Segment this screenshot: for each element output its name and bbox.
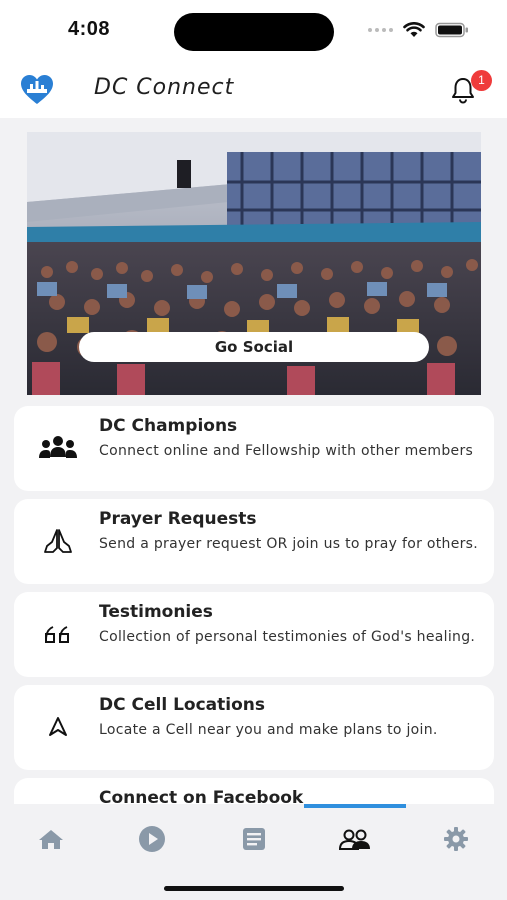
tab-media[interactable] — [132, 822, 172, 856]
card-title: Testimonies — [99, 602, 213, 622]
hero-image: Go Social — [27, 132, 481, 395]
praying-hands-icon — [36, 521, 80, 561]
signal-icon — [368, 28, 393, 32]
card-testimonies[interactable]: Testimonies Collection of personal testi… — [14, 592, 494, 677]
status-time: 4:08 — [68, 18, 111, 40]
active-tab-indicator — [304, 804, 406, 808]
card-title: Prayer Requests — [99, 509, 257, 529]
people-icon — [338, 829, 370, 850]
location-arrow-icon — [36, 707, 80, 747]
card-connect-facebook[interactable]: Connect on Facebook — [14, 778, 494, 804]
status-bar: 4:08 — [0, 0, 507, 62]
quote-icon — [36, 614, 80, 654]
home-indicator[interactable] — [164, 886, 344, 891]
tab-bar — [0, 804, 507, 900]
tab-notes[interactable] — [234, 822, 274, 856]
group-icon — [36, 428, 80, 468]
card-description: Send a prayer request OR join us to pray… — [99, 536, 479, 552]
card-dc-cell-locations[interactable]: DC Cell Locations Locate a Cell near you… — [14, 685, 494, 770]
dynamic-island — [174, 13, 334, 51]
content-scroll[interactable]: Go Social DC Champions Connect online an… — [0, 118, 507, 804]
card-description: Collection of personal testimonies of Go… — [99, 629, 476, 645]
go-social-button[interactable]: Go Social — [79, 332, 429, 362]
wifi-icon — [403, 22, 425, 37]
document-icon — [243, 828, 265, 850]
gear-icon — [444, 827, 468, 851]
card-dc-champions[interactable]: DC Champions Connect online and Fellowsh… — [14, 406, 494, 491]
app-header: DC Connect 1 — [0, 62, 507, 118]
card-prayer-requests[interactable]: Prayer Requests Send a prayer request OR… — [14, 499, 494, 584]
card-title: DC Cell Locations — [99, 695, 265, 715]
status-icons — [367, 22, 469, 38]
logo-heart-icon[interactable] — [20, 74, 54, 106]
card-title: Connect on Facebook — [99, 788, 304, 804]
tab-home[interactable] — [31, 822, 71, 856]
app-title: DC Connect — [94, 75, 235, 100]
tab-connect[interactable] — [335, 822, 375, 856]
card-description: Locate a Cell near you and make plans to… — [99, 722, 438, 738]
home-icon — [39, 830, 63, 849]
card-title: DC Champions — [99, 416, 238, 436]
card-description: Connect online and Fellowship with other… — [99, 443, 474, 459]
tab-settings[interactable] — [436, 822, 476, 856]
battery-icon — [435, 22, 468, 38]
play-icon — [139, 826, 165, 852]
notification-badge: 1 — [471, 70, 492, 91]
